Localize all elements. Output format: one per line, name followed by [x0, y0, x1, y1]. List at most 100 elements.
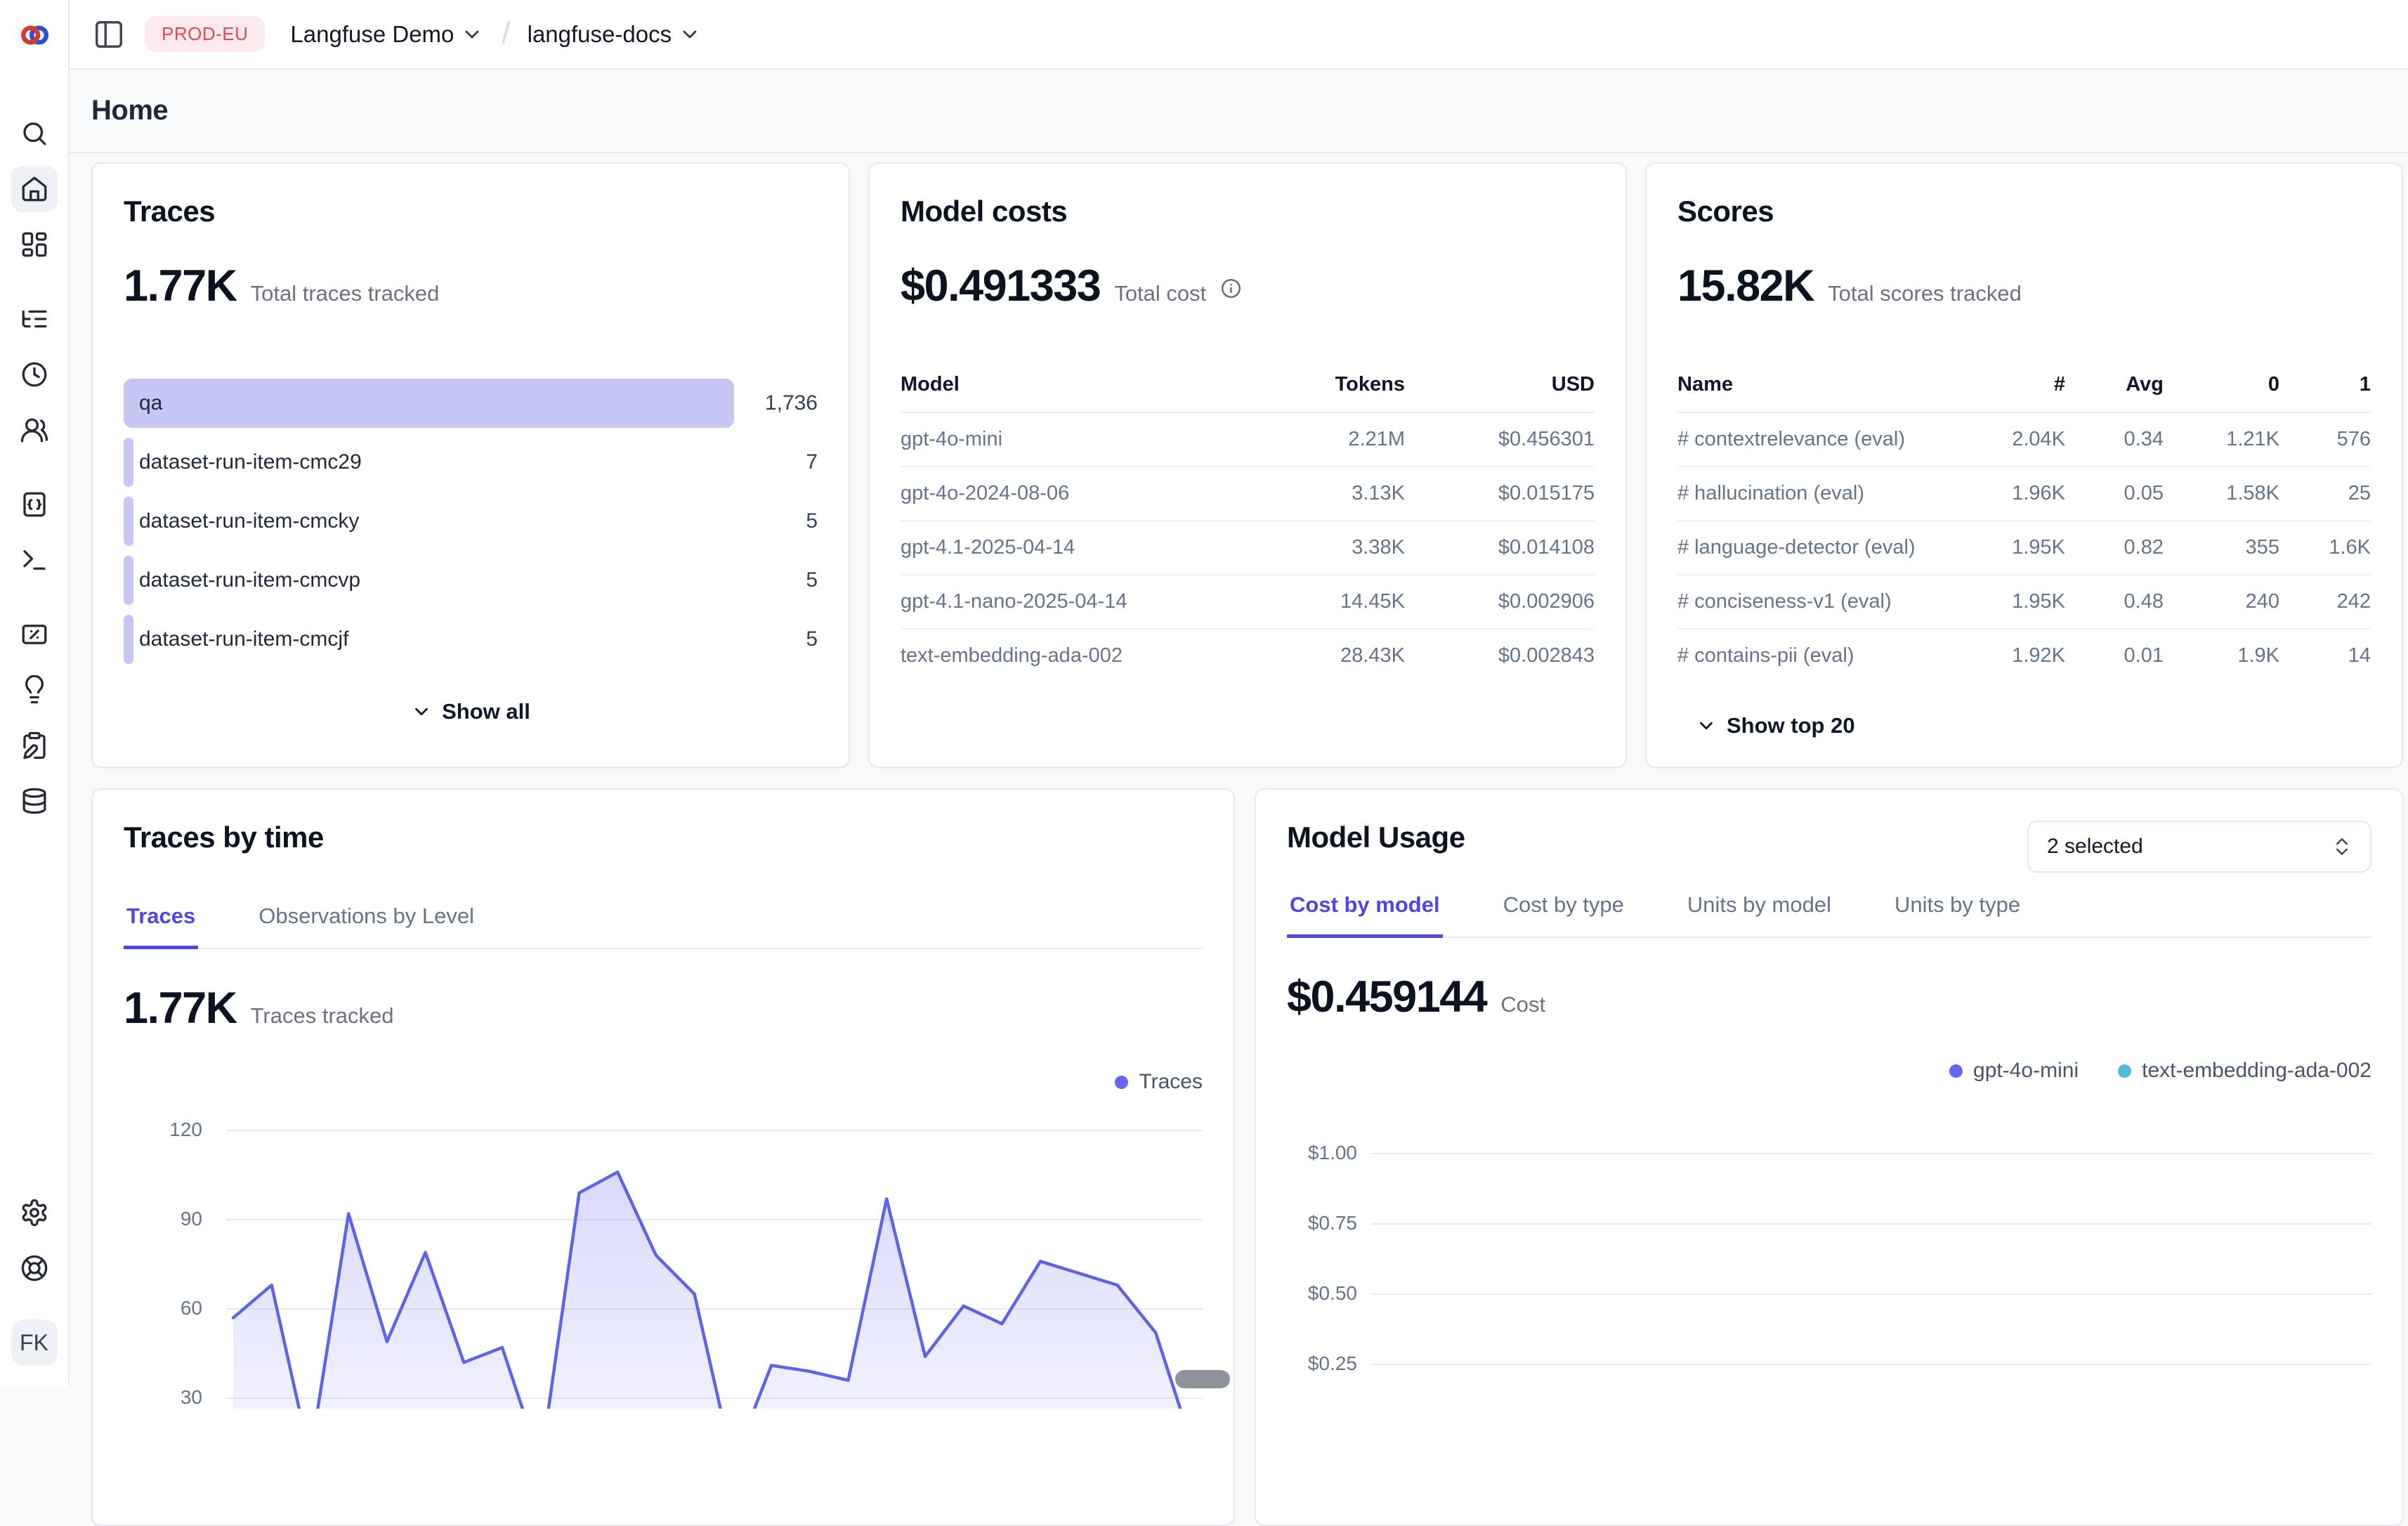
- model-costs-cell: text-embedding-ada-002: [901, 630, 1243, 682]
- scores-cell: 0.34: [2065, 413, 2164, 466]
- model-usage-legend: gpt-4o-minitext-embedding-ada-002: [1287, 1059, 2371, 1083]
- model-costs-row: text-embedding-ada-00228.43K$0.002843: [901, 628, 1595, 682]
- model-costs-cell: gpt-4.1-2025-04-14: [901, 521, 1243, 574]
- scores-total: 15.82K: [1677, 261, 1814, 311]
- show-top-20-button[interactable]: Show top 20: [1677, 713, 2371, 738]
- sidebar-bottom: FK: [11, 1189, 58, 1385]
- traces-by-time-title: Traces by time: [124, 821, 1203, 854]
- trace-bar-value: 5: [806, 509, 818, 533]
- show-top-20-label: Show top 20: [1727, 713, 1855, 738]
- legend-label: Traces: [1139, 1070, 1203, 1094]
- sidebar-item-prompts[interactable]: [11, 481, 58, 528]
- org-selector[interactable]: Langfuse Demo: [290, 21, 483, 48]
- scores-row: # contains-pii (eval)1.92K0.011.9K14: [1677, 628, 2371, 682]
- home-icon: [20, 174, 49, 204]
- trace-bar-value: 7: [806, 450, 818, 474]
- tab-traces[interactable]: Traces: [124, 904, 198, 949]
- chevron-down-icon: [461, 23, 483, 46]
- chevron-down-icon: [679, 23, 701, 46]
- sidebar-bottom-items: [11, 1189, 58, 1300]
- tab-units-by-type[interactable]: Units by type: [1892, 892, 2023, 938]
- y-axis-tick-label: $0.25: [1287, 1352, 1357, 1375]
- traces-bar-list: qa1,736dataset-run-item-cmc297dataset-ru…: [124, 379, 818, 664]
- traces-by-time-card: Traces by time Traces Observations by Lev…: [91, 788, 1235, 1526]
- scores-cell: 25: [2279, 467, 2371, 520]
- model-costs-col-header: Model: [901, 373, 1243, 412]
- trace-bar-label: dataset-run-item-cmcvp: [139, 568, 360, 592]
- scores-cell: 355: [2164, 521, 2279, 574]
- users-icon: [20, 415, 49, 445]
- model-costs-row: gpt-4o-mini2.21M$0.456301: [901, 412, 1595, 466]
- trace-bar: [124, 615, 133, 664]
- sidebar-item-datasets[interactable]: [11, 778, 58, 824]
- trace-bar-row: dataset-run-item-cmcjf5: [124, 615, 818, 664]
- sidebar-item-settings[interactable]: [11, 1189, 58, 1236]
- scores-title: Scores: [1677, 195, 2371, 228]
- model-costs-row: gpt-4o-2024-08-063.13K$0.015175: [901, 466, 1595, 520]
- sidebar-item-llm-judge[interactable]: [11, 667, 58, 713]
- model-costs-cell: 2.21M: [1243, 413, 1405, 466]
- model-costs-cell: $0.015175: [1405, 467, 1595, 520]
- trace-bar: [124, 497, 133, 546]
- traces-card-title: Traces: [124, 195, 818, 228]
- trace-bar-row: dataset-run-item-cmcky5: [124, 497, 818, 546]
- legend-label: gpt-4o-mini: [1973, 1059, 2079, 1083]
- sidebar-item-home[interactable]: [11, 166, 58, 212]
- langfuse-logo[interactable]: [0, 0, 68, 70]
- scores-col-header: Name: [1677, 373, 1960, 412]
- model-costs-cell: 14.45K: [1243, 575, 1405, 628]
- sidebar-item-search[interactable]: [11, 110, 58, 157]
- y-axis-tick-label: 120: [124, 1119, 202, 1141]
- scores-row: # conciseness-v1 (eval)1.95K0.48240242: [1677, 574, 2371, 628]
- chart-plot-area: [226, 1111, 1203, 1409]
- model-usage-cost-total: $0.459144: [1287, 972, 1486, 1022]
- model-costs-card: Model costs $0.491333 Total cost ModelTo…: [868, 162, 1627, 768]
- page-header: Home: [70, 70, 2408, 153]
- traces-card: Traces 1.77K Total traces tracked qa1,73…: [91, 162, 850, 768]
- y-axis-tick-label: $0.75: [1287, 1212, 1357, 1234]
- sidebar-item-evaluation[interactable]: [11, 611, 58, 658]
- scores-card: Scores 15.82K Total scores tracked Name#…: [1645, 162, 2403, 768]
- model-costs-cell: $0.456301: [1405, 413, 1595, 466]
- project-selector[interactable]: langfuse-docs: [528, 21, 701, 48]
- scores-row: # hallucination (eval)1.96K0.051.58K25: [1677, 466, 2371, 520]
- chevrons-up-down-icon: [2331, 835, 2353, 858]
- sidebar-item-tracing[interactable]: [11, 296, 58, 342]
- show-all-button[interactable]: Show all: [124, 699, 818, 724]
- model-costs-header-row: ModelTokensUSD: [901, 373, 1595, 412]
- scores-cell: # conciseness-v1 (eval): [1677, 575, 1960, 628]
- sidebar-item-annotation[interactable]: [11, 722, 58, 769]
- chevron-down-icon: [1696, 715, 1717, 736]
- tab-units-by-model[interactable]: Units by model: [1684, 892, 1834, 938]
- tab-cost-by-model[interactable]: Cost by model: [1287, 892, 1443, 938]
- scores-cell: 576: [2279, 413, 2371, 466]
- model-costs-cell: $0.002906: [1405, 575, 1595, 628]
- sidebar-item-sessions[interactable]: [11, 351, 58, 398]
- scores-cell: 1.58K: [2164, 467, 2279, 520]
- chevron-down-icon: [411, 701, 432, 722]
- info-icon[interactable]: [1220, 278, 1242, 299]
- sidebar-item-playground[interactable]: [11, 537, 58, 583]
- list-tree-icon: [20, 304, 49, 334]
- dashboard-icon: [20, 230, 49, 259]
- model-costs-total: $0.491333: [901, 261, 1100, 311]
- y-axis-tick-label: $1.00: [1287, 1142, 1357, 1164]
- model-costs-cell: gpt-4o-2024-08-06: [901, 467, 1243, 520]
- breadcrumb-separator: /: [502, 15, 510, 51]
- tab-observations-by-level[interactable]: Observations by Level: [256, 904, 477, 949]
- scores-cell: 1.95K: [1960, 521, 2065, 574]
- y-axis-tick-label: 60: [124, 1297, 202, 1319]
- scores-col-header: 1: [2279, 373, 2371, 412]
- trace-bar-value: 5: [806, 627, 818, 651]
- scores-cell: 0.01: [2065, 630, 2164, 682]
- legend-item: Traces: [1115, 1070, 1203, 1094]
- sidebar-item-support[interactable]: [11, 1245, 58, 1291]
- sidebar-item-users[interactable]: [11, 407, 58, 453]
- sidebar-toggle-button[interactable]: [93, 18, 125, 51]
- terminal-icon: [20, 545, 49, 575]
- user-avatar[interactable]: FK: [11, 1319, 58, 1366]
- model-select[interactable]: 2 selected: [2027, 821, 2371, 873]
- traces-by-time-tabs: Traces Observations by Level: [124, 904, 1203, 949]
- sidebar-item-dashboards[interactable]: [11, 221, 58, 268]
- tab-cost-by-type[interactable]: Cost by type: [1500, 892, 1627, 938]
